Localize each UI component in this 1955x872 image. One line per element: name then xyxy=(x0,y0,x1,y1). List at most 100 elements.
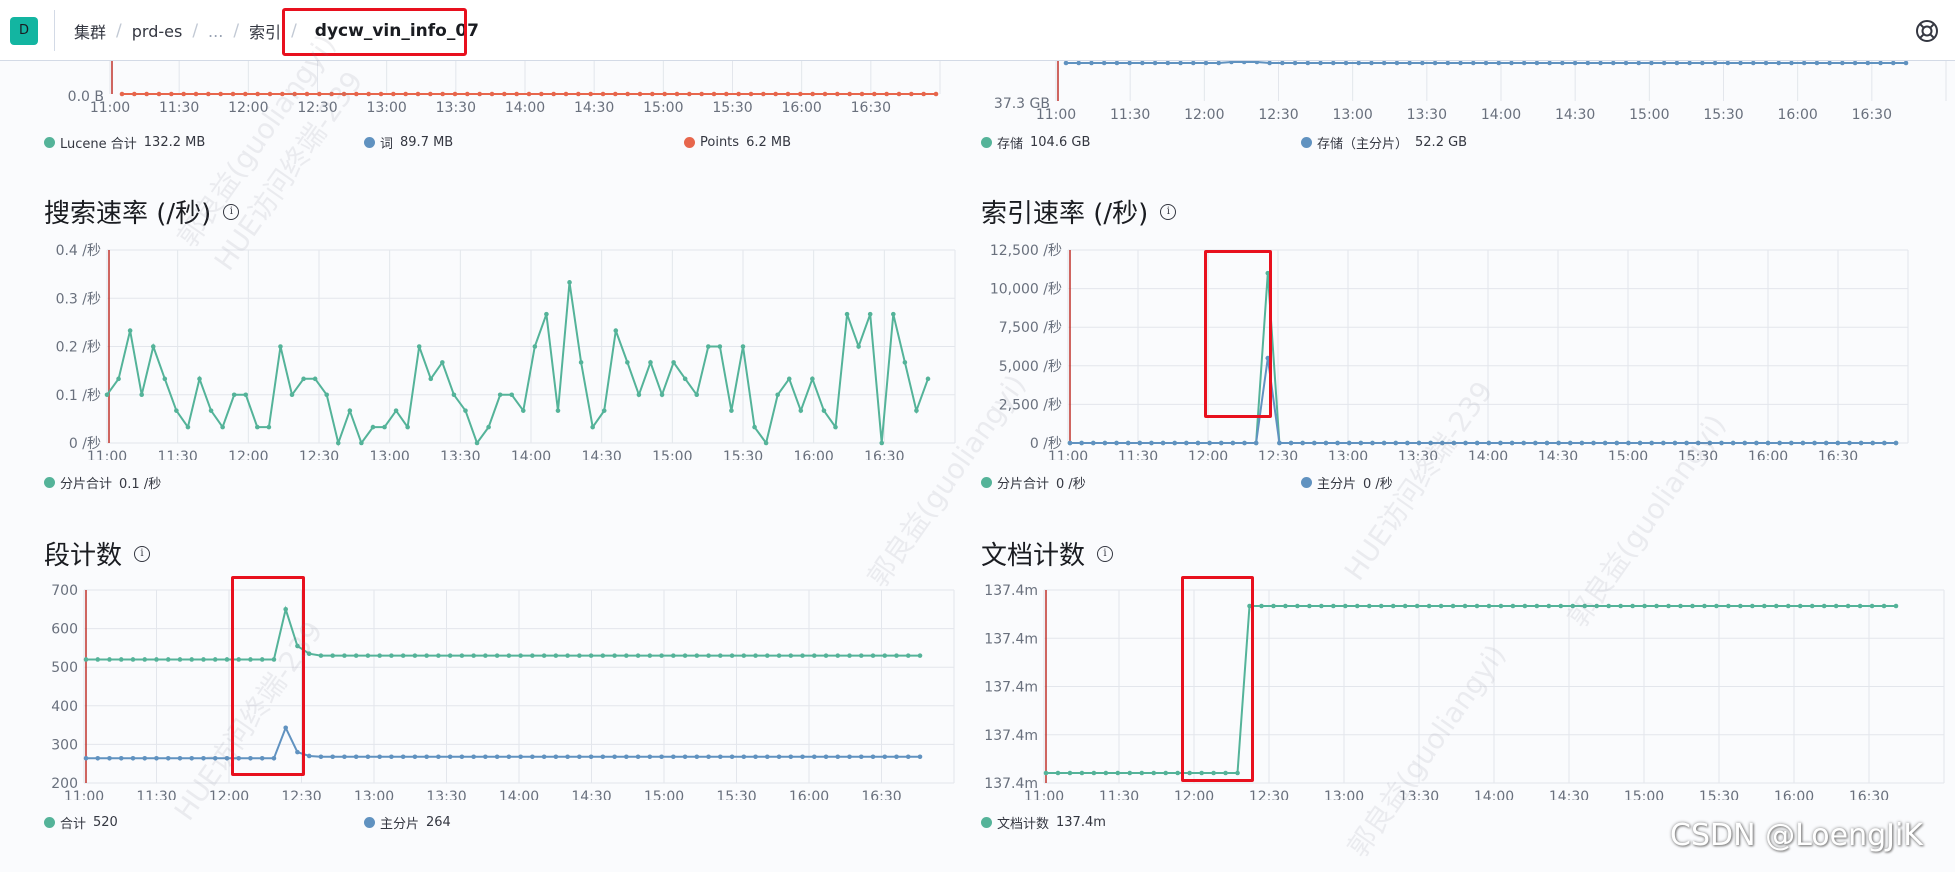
storage-primary-series-point xyxy=(1076,61,1082,66)
x-tick-label: 12:30 xyxy=(1258,107,1298,123)
legend-dot xyxy=(981,137,992,148)
index-primary-series-point xyxy=(1695,440,1701,446)
storage-primary-series-point xyxy=(1127,61,1132,66)
legend-item[interactable]: 主分片 0 /秒 xyxy=(1301,473,1393,492)
segment-primary-series-point xyxy=(729,754,735,760)
y-tick-label: 400 xyxy=(51,699,78,715)
search-total-series-point xyxy=(174,408,179,413)
index-primary-series-point xyxy=(1544,440,1550,446)
x-tick-label: 12:00 xyxy=(228,100,268,116)
doc-count-series-point xyxy=(1067,770,1073,776)
y-tick-label: 5,000 /秒 xyxy=(999,359,1062,375)
legend-dot xyxy=(44,817,55,828)
index-primary-series-point xyxy=(1521,440,1527,446)
points-series-point xyxy=(933,91,939,97)
segment-total-series-point xyxy=(165,657,171,662)
doc-count-series-point xyxy=(1151,770,1157,776)
points-series-point xyxy=(625,91,630,97)
index-primary-series-point xyxy=(1730,440,1736,446)
search-total-series-point xyxy=(902,360,908,365)
points-series-point xyxy=(699,91,704,97)
segment-total-series-point xyxy=(788,653,794,658)
index-primary-series-point xyxy=(1149,440,1154,446)
legend-item[interactable]: 存储（主分片） 52.2 GB xyxy=(1301,133,1467,152)
index-primary-series-point xyxy=(1823,440,1829,446)
info-icon[interactable]: i xyxy=(1160,203,1177,220)
index-primary-series-point xyxy=(1591,440,1596,446)
doc-count-series-point xyxy=(1378,603,1384,609)
points-series-point xyxy=(156,91,162,97)
legend-item[interactable]: 分片合计 0 /秒 xyxy=(981,473,1301,492)
segment-primary-series-point xyxy=(447,754,453,760)
segment-total-series-point xyxy=(118,657,124,662)
doc-count-series-point xyxy=(1558,603,1564,609)
storage-primary-series-point xyxy=(1572,61,1578,66)
storage-primary-series-point xyxy=(1534,61,1540,66)
search-total-series-point xyxy=(613,328,619,333)
storage-primary-series-point xyxy=(1280,61,1285,66)
segment-total-series-point xyxy=(624,653,629,658)
x-tick-label: 14:30 xyxy=(1555,107,1595,123)
legend-item[interactable]: 存储 104.6 GB xyxy=(981,133,1301,152)
info-icon[interactable]: i xyxy=(223,203,240,220)
breadcrumb-separator: / xyxy=(116,21,122,41)
breadcrumb-indices[interactable]: 索引 xyxy=(249,19,281,43)
doc-count-series-point xyxy=(1055,770,1061,776)
segment-total-series-point xyxy=(83,657,89,662)
segment-primary-series-point xyxy=(671,754,676,760)
legend-item[interactable]: 主分片 264 xyxy=(364,813,451,832)
points-series-point xyxy=(132,91,137,97)
segment-primary-series-point xyxy=(107,755,112,761)
x-tick-label: 12:00 xyxy=(209,789,249,800)
legend-item[interactable]: 分片合计 0.1 /秒 xyxy=(44,473,161,492)
index-primary-series-point xyxy=(1242,440,1247,446)
breadcrumb-highlight-box xyxy=(282,8,467,56)
storage-primary-series-point xyxy=(1509,61,1514,66)
breadcrumb-prd-es[interactable]: prd-es xyxy=(132,22,183,41)
index-primary-series-point xyxy=(1114,440,1119,446)
index-primary-series-point xyxy=(1649,440,1654,446)
doc-count-series-point xyxy=(1582,603,1588,609)
search-total-series-point xyxy=(810,376,815,382)
legend-dot xyxy=(1301,477,1312,488)
segment-primary-series-point xyxy=(800,754,805,760)
breadcrumb-separator: / xyxy=(233,21,240,41)
index-primary-series-point xyxy=(1626,440,1631,446)
legend-item[interactable]: 词 89.7 MB xyxy=(364,133,684,152)
app-badge[interactable]: D xyxy=(10,17,38,45)
index-primary-series-point xyxy=(1288,440,1294,446)
search-total-series-point xyxy=(278,344,283,349)
doc-count-series-point xyxy=(1390,603,1396,609)
legend-value: 104.6 GB xyxy=(1030,135,1091,150)
x-tick-label: 11:30 xyxy=(159,100,199,116)
breadcrumb-collapsed[interactable]: ... xyxy=(208,22,223,41)
search-total-series-point xyxy=(440,360,445,365)
header-divider xyxy=(54,10,55,51)
info-icon[interactable]: i xyxy=(134,545,151,562)
legend-item[interactable]: Points 6.2 MB xyxy=(684,135,791,150)
index-primary-series-point xyxy=(1090,440,1096,446)
points-series-point xyxy=(613,91,618,97)
x-tick-label: 16:30 xyxy=(1852,107,1892,123)
segment-primary-series-point xyxy=(142,755,148,761)
csdn-watermark: CSDN @LoengJiK xyxy=(1670,818,1923,853)
legend-item[interactable]: 合计 520 xyxy=(44,813,364,832)
doc-count-series-point xyxy=(1714,603,1719,609)
x-tick-label: 16:30 xyxy=(864,449,904,460)
index-primary-series-point xyxy=(1672,440,1678,446)
x-tick-label: 15:00 xyxy=(644,789,684,800)
doc-count-series-point xyxy=(1271,603,1276,609)
breadcrumb-cluster[interactable]: 集群 xyxy=(74,19,106,43)
segment-total-series-point xyxy=(471,653,476,658)
doc-count-series-point xyxy=(1486,603,1492,609)
storage-primary-series-point xyxy=(1750,61,1756,66)
doc-count-series-point xyxy=(1510,603,1516,609)
legend-item[interactable]: 文档计数 137.4m xyxy=(981,813,1106,832)
help-icon[interactable] xyxy=(1914,18,1940,44)
storage-primary-series-point xyxy=(1483,61,1489,66)
storage-primary-series-point xyxy=(1369,61,1374,66)
legend-item[interactable]: Lucene 合计 132.2 MB xyxy=(44,133,364,152)
search-total-series-point xyxy=(150,344,156,349)
info-icon[interactable]: i xyxy=(1097,545,1114,562)
segment-total-series-point xyxy=(635,653,641,658)
